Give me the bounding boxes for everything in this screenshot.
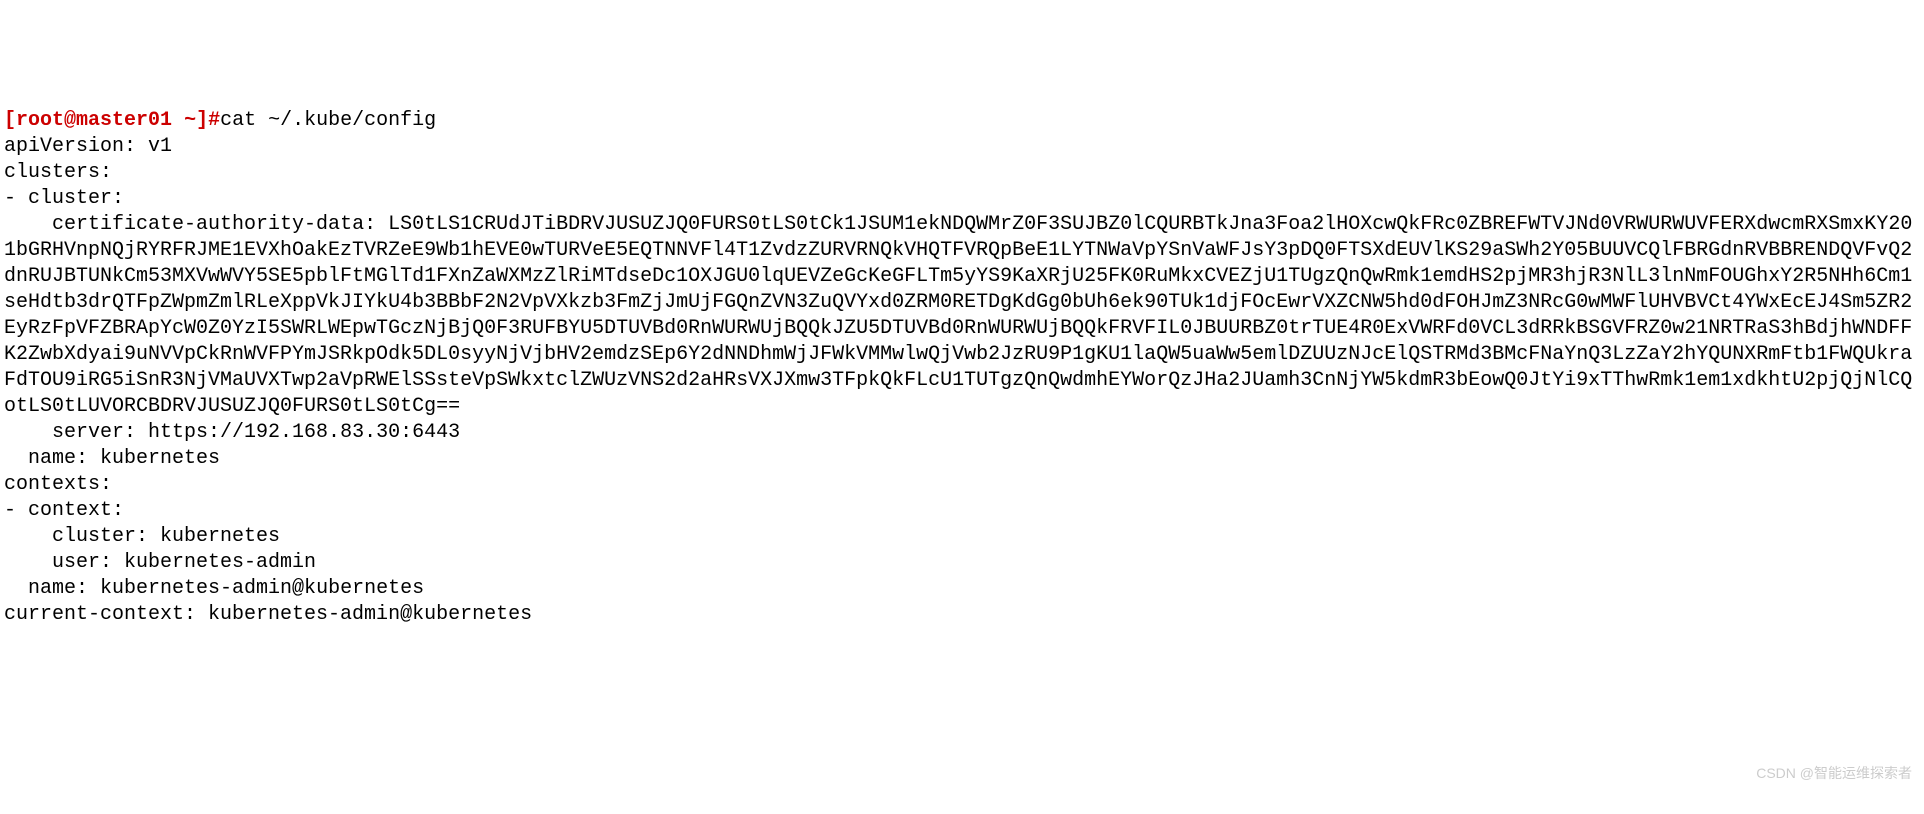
prompt-path: ~	[172, 109, 196, 132]
output-line-8: - context:	[4, 498, 1920, 524]
output-line-1: apiVersion: v1	[4, 134, 1920, 160]
output-line-2: clusters:	[4, 160, 1920, 186]
output-line-5: server: https://192.168.83.30:6443	[4, 420, 1920, 446]
output-line-12: current-context: kubernetes-admin@kubern…	[4, 602, 1920, 628]
output-line-11: name: kubernetes-admin@kubernetes	[4, 576, 1920, 602]
output-line-7: contexts:	[4, 472, 1920, 498]
output-line-9: cluster: kubernetes	[4, 524, 1920, 550]
command-text: cat ~/.kube/config	[220, 109, 436, 132]
output-line-10: user: kubernetes-admin	[4, 550, 1920, 576]
prompt-hash: #	[208, 109, 220, 132]
prompt-close-bracket: ]	[196, 109, 208, 132]
prompt-at: @	[64, 109, 76, 132]
output-line-4: certificate-authority-data: LS0tLS1CRUdJ…	[4, 212, 1920, 420]
watermark-text: CSDN @智能运维探索者	[1756, 764, 1912, 782]
prompt-user: root	[16, 109, 64, 132]
terminal-output: [root@master01 ~]#cat ~/.kube/config api…	[4, 108, 1920, 628]
output-line-6: name: kubernetes	[4, 446, 1920, 472]
prompt-host: master01	[76, 109, 172, 132]
output-line-3: - cluster:	[4, 186, 1920, 212]
prompt-open-bracket: [	[4, 109, 16, 132]
